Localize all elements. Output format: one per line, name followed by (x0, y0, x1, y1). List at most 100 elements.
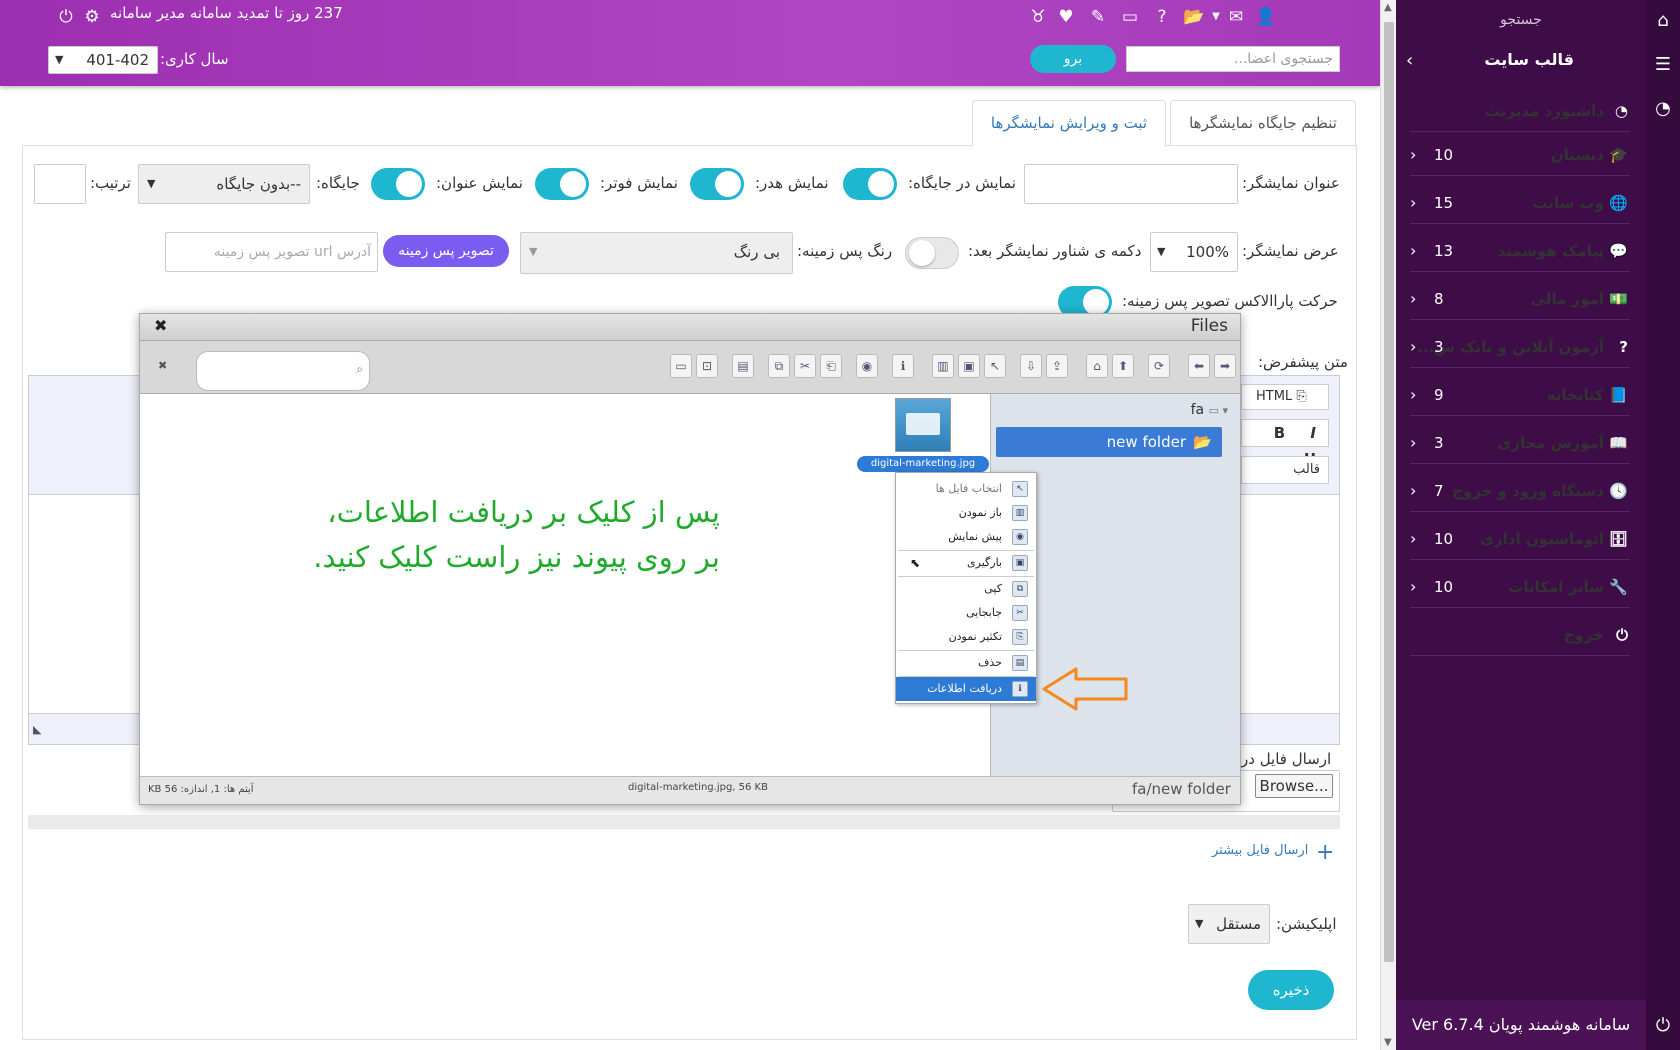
show-footer-toggle[interactable] (535, 168, 589, 200)
tab-edit-displays[interactable]: ثبت و ویرایش نمایشگرها (972, 100, 1166, 147)
resize-image-icon[interactable]: ⊡ (696, 354, 718, 378)
sidebar-item-label: خروج (1563, 626, 1604, 644)
scroll-down-icon[interactable]: ▼ (1384, 1037, 1392, 1048)
show-in-place-toggle[interactable] (843, 168, 897, 200)
info-icon[interactable]: ℹ (892, 354, 914, 378)
sidebar-item-website[interactable]: 🌐 وب سایت 15 ‹ (1410, 184, 1630, 224)
view-icon[interactable]: ▭ (670, 354, 692, 378)
plus-icon[interactable]: + (1316, 840, 1334, 865)
member-search-input[interactable]: جستجوی اعضا... (1126, 46, 1340, 72)
back-icon[interactable]: ⬅ (1188, 354, 1210, 378)
position-select[interactable]: --بدون جایگاه ▼ (138, 164, 310, 204)
sidebar-item-label: امور مالی (1530, 290, 1604, 308)
folder-icon[interactable]: 📂 (1182, 6, 1206, 28)
sidebar-item-exam[interactable]: ? آزمون آنلاین و بانک س... 3 ‹ (1410, 328, 1630, 368)
sidebar-item-automation[interactable]: 🗄 اتوماسیون اداری 10 ‹ (1410, 520, 1630, 560)
ctx-copy[interactable]: ⧉ کپی (896, 577, 1036, 601)
sidebar-menu: جستجو ‹ قالب سایت ◔ داشبورد مدیریت 🎓 دبستا… (1396, 0, 1646, 1000)
title-input[interactable] (1024, 164, 1238, 204)
more-files-link[interactable]: ارسال فایل بیشتر (1212, 843, 1308, 858)
open-icon[interactable]: ▥ (932, 354, 954, 378)
save-file-icon: ▣ (1012, 555, 1028, 571)
width-select[interactable]: 100% ▼ (1150, 232, 1238, 272)
parallax-label: حرکت پاراالاکس تصویر پس زمینه: (1122, 292, 1338, 310)
bg-url-input[interactable]: آدرس url تصویر پس زمینه (165, 232, 378, 272)
float-button-toggle[interactable] (905, 237, 959, 269)
sidebar-item-dashboard[interactable]: ◔ داشبورد مدیریت (1410, 92, 1630, 132)
copy-icon[interactable]: ⧉ (768, 354, 790, 378)
save-button[interactable]: ذخیره (1248, 970, 1334, 1010)
application-select[interactable]: مستقل ▼ (1188, 904, 1270, 944)
edit-icon[interactable]: ✎ (1086, 6, 1110, 28)
home-folder-icon[interactable]: ⌂ (1086, 354, 1108, 378)
menu-icon[interactable]: ☰ (1646, 54, 1680, 75)
tab-placement-settings[interactable]: تنظیم جایگاه نمایشگرها (1170, 100, 1356, 146)
download-icon[interactable]: ⇩ (1020, 354, 1042, 378)
resize-handle-icon[interactable]: ◣ (33, 723, 41, 736)
scroll-up-icon[interactable]: ▲ (1384, 2, 1392, 13)
dialog-titlebar[interactable]: Files ✖ (140, 314, 1240, 341)
gears-icon[interactable]: ⚙ (80, 6, 104, 28)
ctx-open[interactable]: ▥ باز نمودن (896, 501, 1036, 525)
select-icon[interactable]: ↖ (984, 354, 1006, 378)
delete-icon[interactable]: ▤ (732, 354, 754, 378)
sidebar-item-logout[interactable]: ⏻ خروج (1410, 616, 1630, 656)
upload-icon[interactable]: ⇪ (1046, 354, 1068, 378)
scroll-thumb[interactable] (1384, 22, 1394, 962)
show-title-toggle[interactable] (371, 168, 425, 200)
folder-item-new-folder[interactable]: new folder 📂 (996, 427, 1222, 457)
sidebar-search[interactable]: جستجو (1396, 12, 1646, 28)
heartbeat-icon[interactable]: ♥ (1054, 6, 1078, 28)
ctx-get-info[interactable]: ℹ دریافت اطلاعات (896, 677, 1036, 701)
power-icon[interactable]: ⏻ (1646, 1015, 1680, 1036)
year-select[interactable]: 401-402 ▼ (48, 46, 158, 74)
clear-search-icon[interactable]: ✖ (158, 359, 167, 372)
close-icon[interactable]: ✖ (154, 316, 167, 335)
ctx-duplicate[interactable]: ⎘ تکثیر نمودن (896, 625, 1036, 649)
user-add-icon[interactable]: 👤 (1254, 6, 1278, 28)
title-label: عنوان نمایشگر: (1242, 174, 1340, 192)
reload-icon[interactable]: ⟳ (1148, 354, 1170, 378)
file-name-label[interactable]: digital-marketing.jpg (857, 456, 989, 472)
order-input[interactable] (34, 164, 86, 204)
paste-icon[interactable]: ⎗ (820, 354, 842, 378)
dialog-search-input[interactable]: ⌕ (196, 351, 370, 391)
save-file-icon[interactable]: ▣ (958, 354, 980, 378)
browse-button[interactable]: Browse... (1255, 774, 1333, 798)
sidebar-item-library[interactable]: 📘 کتابخانه 9 ‹ (1410, 376, 1630, 416)
cut-icon[interactable]: ✂ (794, 354, 816, 378)
format-select[interactable]: قالب (1241, 456, 1329, 484)
power-icon[interactable]: ⏻ (54, 6, 78, 28)
help-icon[interactable]: ? (1150, 6, 1174, 28)
page-scrollbar[interactable]: ▲ ▼ (1380, 0, 1396, 1050)
tree-root-label: fa (1190, 402, 1205, 418)
file-thumbnail[interactable] (895, 398, 951, 452)
ctx-preview[interactable]: ◉ پیش نمایش (896, 525, 1036, 549)
award-icon[interactable]: ♉ (1026, 6, 1050, 28)
go-button[interactable]: برو (1030, 45, 1116, 73)
format-buttons[interactable]: B I U (1241, 419, 1329, 468)
show-header-toggle[interactable] (690, 168, 744, 200)
chevron-down-icon[interactable]: ▼ (1204, 6, 1228, 28)
ctx-select-files[interactable]: ↖ انتخاب فایل ها (896, 477, 1036, 501)
sidebar-item-attendance[interactable]: 🕓 دستگاه ورود و خروج 7 ‹ (1410, 472, 1630, 512)
sidebar-item-sms[interactable]: 💬 پیامک هوشمند 13 ‹ (1410, 232, 1630, 272)
gauge-icon[interactable]: ◔ (1646, 98, 1680, 119)
ctx-delete[interactable]: ▤ حذف (896, 651, 1036, 675)
ticket-icon[interactable]: ▭ (1118, 6, 1142, 28)
sidebar-item-other[interactable]: 🔧 سایر امکانات 10 ‹ (1410, 568, 1630, 608)
html-button[interactable]: HTML ⎘ (1241, 384, 1329, 410)
tree-root[interactable]: fa ▭ ▾ (1191, 402, 1228, 418)
preview-icon[interactable]: ◉ (856, 354, 878, 378)
home-icon[interactable]: ⌂ (1646, 10, 1680, 31)
bg-color-select[interactable]: بی رنگ ▼ (520, 232, 793, 274)
question-icon: ? (1619, 338, 1628, 356)
ctx-download[interactable]: ▣ بارگیری ⬉ (896, 551, 1036, 575)
sidebar-item-school[interactable]: 🎓 دبستان 10 ‹ (1410, 136, 1630, 176)
sidebar-item-elearning[interactable]: 📖 آموزش مجازی 3 ‹ (1410, 424, 1630, 464)
bg-image-button[interactable]: تصویر پس زمینه (383, 235, 509, 267)
up-folder-icon[interactable]: ⬆ (1112, 354, 1134, 378)
ctx-move[interactable]: ✂ جابجایی (896, 601, 1036, 625)
sidebar-item-finance[interactable]: 💵 امور مالی 8 ‹ (1410, 280, 1630, 320)
forward-icon[interactable]: ➡ (1214, 354, 1236, 378)
